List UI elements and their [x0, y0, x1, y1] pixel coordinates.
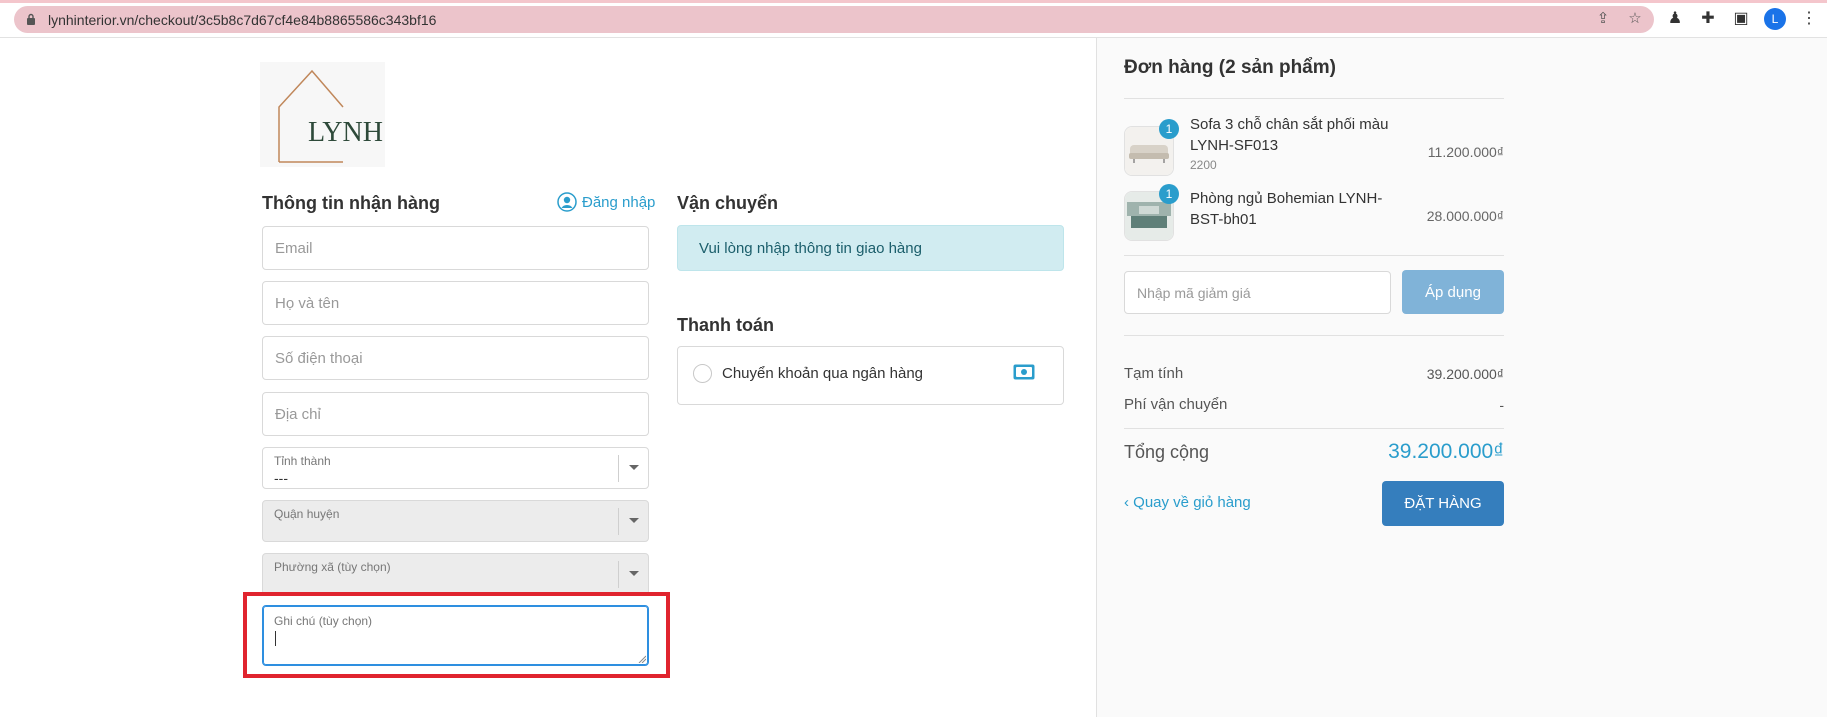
product-price: 28.000.000₫ — [1426, 208, 1504, 224]
text-caret — [275, 631, 276, 646]
phone-input[interactable] — [263, 337, 648, 379]
extension-icon[interactable]: ♟ — [1665, 9, 1685, 29]
district-label: Quận huyện — [274, 507, 340, 521]
chevron-down-icon — [629, 571, 639, 576]
payment-option-bank[interactable]: Chuyển khoản qua ngân hàng — [677, 346, 1064, 405]
resize-grip-icon[interactable] — [638, 655, 646, 663]
note-label: Ghi chú (tùy chọn) — [274, 614, 373, 628]
sidepanel-icon[interactable]: ▣ — [1731, 9, 1751, 29]
phone-field[interactable] — [262, 336, 649, 380]
payment-title: Thanh toán — [677, 315, 774, 335]
province-value: --- — [274, 470, 288, 486]
chevron-down-icon — [629, 465, 639, 470]
cash-icon — [1013, 364, 1035, 380]
select-divider — [618, 561, 619, 588]
divider — [1124, 428, 1504, 429]
ward-label: Phường xã (tùy chọn) — [274, 560, 391, 574]
back-to-cart-link[interactable]: ‹ Quay về giỏ hàng — [1124, 494, 1251, 511]
product-name: Phòng ngủ Bohemian LYNH-BST-bh01 — [1190, 190, 1383, 228]
address-bar[interactable]: lynhinterior.vn/checkout/3c5b8c7d67cf4e8… — [14, 6, 1654, 33]
divider — [1124, 98, 1504, 99]
email-field[interactable] — [262, 226, 649, 270]
quantity-badge: 1 — [1159, 184, 1179, 204]
apply-coupon-button[interactable]: Áp dụng — [1402, 270, 1504, 314]
subtotal-label: Tạm tính — [1124, 365, 1184, 382]
profile-avatar[interactable]: L — [1764, 8, 1786, 30]
product-thumbnail-bedroom: 1 — [1124, 184, 1179, 241]
shipping-fee-label: Phí vận chuyển — [1124, 396, 1228, 413]
fullname-field[interactable] — [262, 281, 649, 325]
address-field[interactable] — [262, 392, 649, 436]
login-label: Đăng nhập — [582, 193, 656, 211]
product-variant: 2200 — [1190, 158, 1217, 172]
payment-option-label: Chuyển khoản qua ngân hàng — [722, 365, 924, 382]
product-thumbnail-sofa: 1 — [1124, 119, 1179, 176]
product-price: 11.200.000₫ — [1427, 144, 1504, 160]
login-link[interactable]: Đăng nhập — [557, 192, 655, 212]
logo-text: LYNH — [308, 117, 383, 148]
coupon-input[interactable] — [1125, 272, 1390, 313]
district-select[interactable]: Quận huyện — [262, 500, 649, 542]
fullname-input[interactable] — [263, 282, 648, 324]
store-logo[interactable]: LYNH — [260, 62, 385, 167]
product-name: Sofa 3 chỗ chân sắt phối màu LYNH-SF013 — [1190, 116, 1389, 154]
shipping-info-alert: Vui lòng nhập thông tin giao hàng — [677, 225, 1064, 271]
province-label: Tỉnh thành — [274, 454, 331, 468]
address-input[interactable] — [263, 393, 648, 435]
shipping-info-text: Vui lòng nhập thông tin giao hàng — [699, 240, 922, 257]
star-icon[interactable]: ☆ — [1626, 10, 1644, 28]
province-select[interactable]: Tỉnh thành --- — [262, 447, 649, 489]
shipping-title: Vận chuyển — [677, 193, 779, 213]
subtotal-value: 39.200.000₫ — [1426, 366, 1504, 382]
divider — [1124, 255, 1504, 256]
menu-icon[interactable]: ⋮ — [1799, 9, 1819, 29]
quantity-badge: 1 — [1159, 119, 1179, 139]
lock-icon — [27, 13, 35, 25]
select-divider — [618, 455, 619, 482]
payment-radio[interactable] — [693, 364, 712, 383]
share-icon[interactable]: ⇪ — [1594, 10, 1612, 28]
chevron-down-icon — [629, 518, 639, 523]
url-text: lynhinterior.vn/checkout/3c5b8c7d67cf4e8… — [48, 12, 437, 28]
shipping-fee-value: - — [1499, 397, 1504, 413]
divider — [1124, 335, 1504, 336]
ward-select[interactable]: Phường xã (tùy chọn) — [262, 553, 649, 595]
user-icon — [557, 192, 577, 212]
note-textarea[interactable]: Ghi chú (tùy chọn) — [262, 605, 649, 666]
puzzle-icon[interactable]: ✚ — [1698, 9, 1718, 29]
order-title: Đơn hàng (2 sản phẩm) — [1124, 57, 1336, 78]
select-divider — [618, 508, 619, 535]
total-label: Tổng cộng — [1124, 442, 1210, 462]
coupon-field[interactable] — [1124, 271, 1391, 314]
total-value: 39.200.000₫ — [1388, 440, 1504, 463]
email-input[interactable] — [263, 227, 648, 269]
place-order-button[interactable]: ĐẶT HÀNG — [1382, 481, 1504, 526]
receiver-title: Thông tin nhận hàng — [262, 193, 440, 213]
browser-toolbar: lynhinterior.vn/checkout/3c5b8c7d67cf4e8… — [0, 0, 1827, 38]
